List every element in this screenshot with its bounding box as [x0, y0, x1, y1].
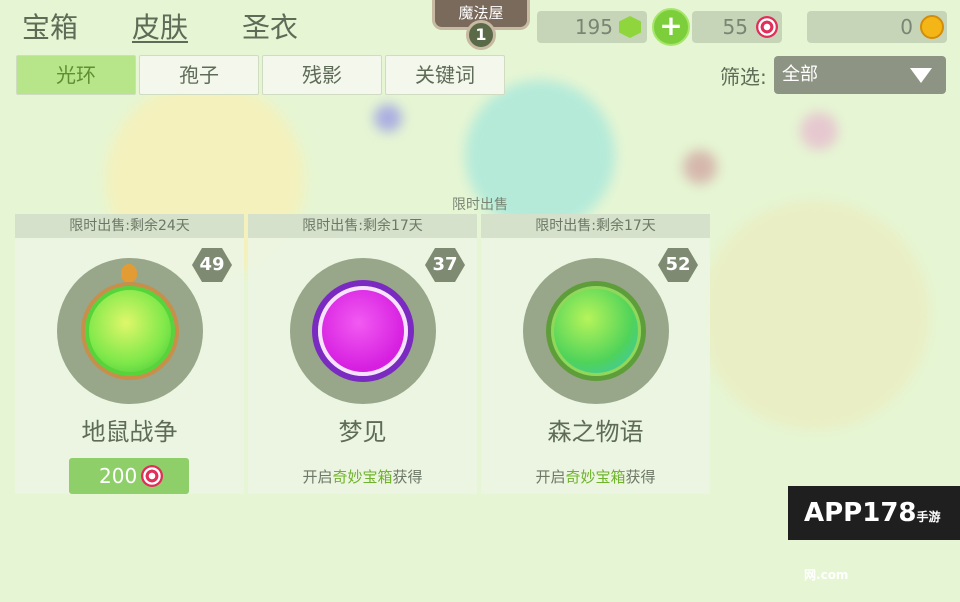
buy-button[interactable]: 200 [69, 458, 189, 494]
candy-icon [756, 16, 778, 38]
tab-chest[interactable]: 宝箱 [22, 6, 78, 46]
mole-icon [121, 264, 137, 282]
subtab-afterimage[interactable]: 残影 [262, 55, 382, 95]
section-title: 限时出售 [452, 197, 508, 213]
filter-label: 筛选: [720, 65, 767, 89]
obtain-hint: 开启奇妙宝箱获得 [248, 466, 477, 487]
price-value: 200 [99, 464, 138, 488]
coin-count: 0 [900, 15, 913, 39]
obtain-suffix: 获得 [625, 468, 656, 486]
background-blob [374, 104, 402, 132]
filter-select[interactable]: 全部 [774, 56, 946, 94]
obtain-chest-link: 奇妙宝箱 [332, 468, 393, 486]
background-blob [700, 200, 930, 430]
level-badge: 37 [425, 248, 465, 282]
card-header: 限时出售:剩余17天 [481, 214, 710, 238]
card-header: 限时出售:剩余17天 [248, 214, 477, 238]
subtab-keyword[interactable]: 关键词 [385, 55, 505, 95]
watermark-suffix: .com [816, 568, 849, 582]
skin-preview-forest-tale [551, 286, 641, 376]
background-blob [683, 150, 717, 184]
tab-skin[interactable]: 皮肤 [132, 6, 188, 46]
obtain-suffix: 获得 [392, 468, 423, 486]
skin-card[interactable]: 限时出售:剩余17天 52 森之物语 开启奇妙宝箱获得 [481, 214, 710, 494]
card-name: 地鼠战争 [81, 418, 178, 446]
background-blob [800, 112, 838, 150]
add-currency-button[interactable]: + [652, 8, 690, 46]
candy-icon [141, 465, 163, 487]
watermark-main: APP178 [804, 498, 917, 528]
level-badge: 49 [192, 248, 232, 282]
subtab-spore[interactable]: 孢子 [139, 55, 259, 95]
obtain-prefix: 开启 [535, 468, 566, 486]
skin-card[interactable]: 限时出售:剩余24天 49 地鼠战争 200 [15, 214, 244, 494]
card-name: 梦见 [338, 418, 387, 446]
watermark-logo: APP178手游网.com [788, 486, 960, 582]
card-header: 限时出售:剩余24天 [15, 214, 244, 238]
gem-count: 195 [574, 15, 613, 39]
filter-value: 全部 [782, 64, 818, 85]
obtain-prefix: 开启 [302, 468, 333, 486]
skin-card[interactable]: 限时出售:剩余17天 37 梦见 开启奇妙宝箱获得 [248, 214, 477, 494]
candy-count: 55 [722, 15, 748, 39]
tab-robe[interactable]: 圣衣 [242, 6, 298, 46]
level-badge: 52 [658, 248, 698, 282]
house-level: 1 [466, 20, 496, 50]
skin-preview-mole-war [85, 286, 175, 376]
subtab-halo[interactable]: 光环 [16, 55, 136, 95]
obtain-hint: 开启奇妙宝箱获得 [481, 466, 710, 487]
skin-preview-dream [318, 286, 408, 376]
chevron-down-icon [910, 68, 932, 83]
card-name: 森之物语 [547, 418, 644, 446]
coin-icon [920, 15, 944, 39]
obtain-chest-link: 奇妙宝箱 [565, 468, 626, 486]
